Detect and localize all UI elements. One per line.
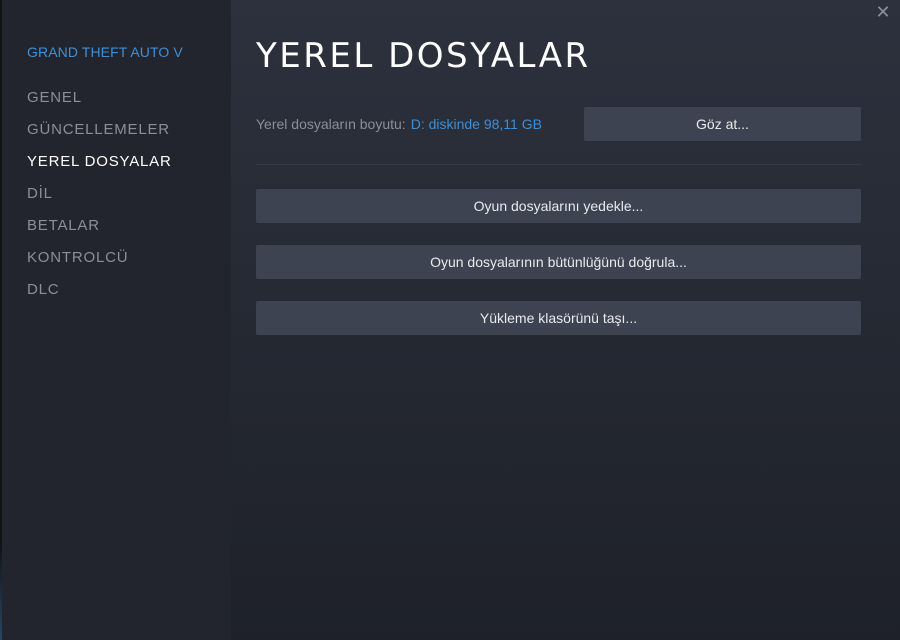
backup-game-files-button[interactable]: Oyun dosyalarını yedekle... bbox=[256, 189, 861, 223]
sidebar-item-general[interactable]: GENEL bbox=[0, 82, 231, 114]
sidebar-item-betas[interactable]: BETALAR bbox=[0, 210, 231, 242]
size-value-link[interactable]: D: diskinde 98,11 GB bbox=[411, 116, 542, 132]
move-install-folder-button[interactable]: Yükleme klasörünü taşı... bbox=[256, 301, 861, 335]
divider bbox=[256, 164, 861, 165]
window-edge bbox=[0, 0, 2, 640]
sidebar-item-controller[interactable]: KONTROLCÜ bbox=[0, 242, 231, 274]
sidebar: GRAND THEFT AUTO V GENEL GÜNCELLEMELER Y… bbox=[0, 0, 231, 640]
sidebar-item-dlc[interactable]: DLC bbox=[0, 274, 231, 306]
properties-window: GRAND THEFT AUTO V GENEL GÜNCELLEMELER Y… bbox=[0, 0, 900, 640]
local-files-size-row: Yerel dosyaların boyutu: D: diskinde 98,… bbox=[256, 107, 861, 141]
verify-integrity-button[interactable]: Oyun dosyalarının bütünlüğünü doğrula... bbox=[256, 245, 861, 279]
sidebar-item-local-files[interactable]: YEREL DOSYALAR bbox=[0, 146, 231, 178]
sidebar-item-updates[interactable]: GÜNCELLEMELER bbox=[0, 114, 231, 146]
close-icon[interactable]: ✕ bbox=[874, 4, 892, 22]
game-title: GRAND THEFT AUTO V bbox=[27, 44, 183, 60]
browse-button[interactable]: Göz at... bbox=[584, 107, 861, 141]
page-title: YEREL DOSYALAR bbox=[256, 36, 591, 76]
main-panel: ✕ YEREL DOSYALAR Yerel dosyaların boyutu… bbox=[231, 0, 900, 640]
size-label: Yerel dosyaların boyutu: bbox=[256, 116, 406, 132]
sidebar-item-language[interactable]: DİL bbox=[0, 178, 231, 210]
